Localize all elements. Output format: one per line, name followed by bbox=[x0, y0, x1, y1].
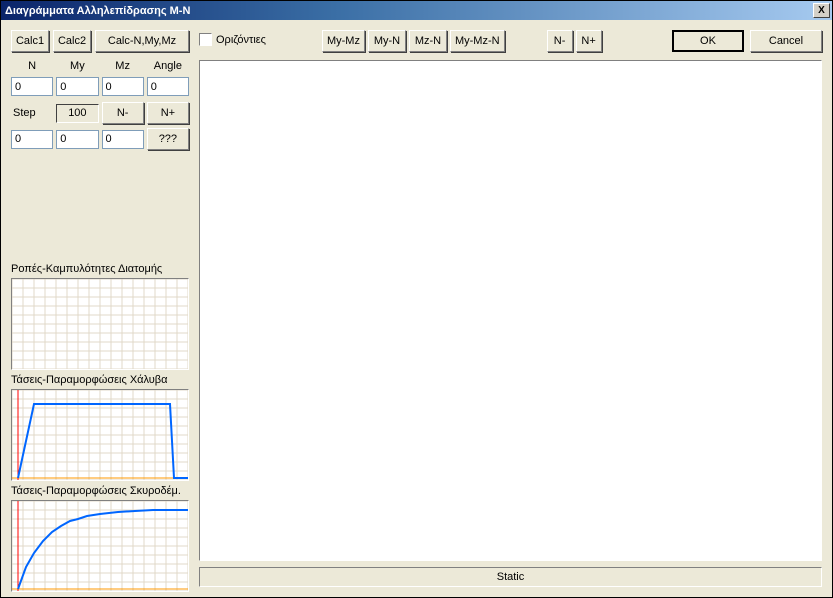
qqq-button[interactable]: ??? bbox=[147, 128, 189, 150]
my-n-button[interactable]: My-N bbox=[368, 30, 406, 52]
my-mz-button[interactable]: My-Mz bbox=[322, 30, 365, 52]
cancel-button[interactable]: Cancel bbox=[750, 30, 822, 52]
val2-a-input[interactable] bbox=[11, 130, 53, 149]
close-icon: X bbox=[818, 5, 825, 16]
top-n-plus-button[interactable]: N+ bbox=[576, 30, 602, 52]
header-n-label: N bbox=[11, 58, 53, 74]
mc2-chart bbox=[11, 389, 189, 481]
window-title: Διαγράμματα Αλληλεπίδρασης M-N bbox=[5, 5, 190, 17]
my-input[interactable] bbox=[56, 77, 98, 96]
header-angle-label: Angle bbox=[147, 58, 189, 74]
mz-n-button[interactable]: Mz-N bbox=[409, 30, 447, 52]
my-mz-n-button[interactable]: My-Mz-N bbox=[450, 30, 505, 52]
n-minus-button[interactable]: N- bbox=[102, 102, 144, 124]
top-n-minus-button[interactable]: N- bbox=[547, 30, 573, 52]
header-my-label: My bbox=[56, 58, 98, 74]
n-plus-button[interactable]: N+ bbox=[147, 102, 189, 124]
titlebar: Διαγράμματα Αλληλεπίδρασης M-N X bbox=[1, 1, 832, 20]
calc1-button[interactable]: Calc1 bbox=[11, 30, 49, 52]
main-plot-area bbox=[199, 60, 822, 561]
dialog-window: Διαγράμματα Αλληλεπίδρασης M-N X Calc1 C… bbox=[0, 0, 833, 598]
horizontal-checkbox[interactable] bbox=[199, 33, 212, 46]
angle-input[interactable] bbox=[147, 77, 189, 96]
val2-b-input[interactable] bbox=[56, 130, 98, 149]
mc1-label: Ροπές-Καμπυλότητες Διατομής bbox=[11, 263, 189, 275]
mc3-label: Τάσεις-Παραμορφώσεις Σκυροδέμ. bbox=[11, 485, 189, 497]
calc2-button[interactable]: Calc2 bbox=[53, 30, 91, 52]
calc-n-my-mz-button[interactable]: Calc-N,My,Mz bbox=[95, 30, 189, 52]
horizontal-label: Οριζόντιες bbox=[216, 34, 266, 46]
mz-input[interactable] bbox=[102, 77, 144, 96]
step-value: 100 bbox=[56, 104, 98, 123]
status-bar: Static bbox=[199, 567, 822, 587]
mc2-label: Τάσεις-Παραμορφώσεις Χάλυβα bbox=[11, 374, 189, 386]
step-label: Step bbox=[11, 107, 53, 119]
ok-button[interactable]: OK bbox=[672, 30, 744, 52]
mc1-chart bbox=[11, 278, 189, 370]
mc3-chart bbox=[11, 500, 189, 592]
close-button[interactable]: X bbox=[813, 3, 830, 18]
val2-c-input[interactable] bbox=[102, 130, 144, 149]
header-mz-label: Mz bbox=[102, 58, 144, 74]
n-input[interactable] bbox=[11, 77, 53, 96]
